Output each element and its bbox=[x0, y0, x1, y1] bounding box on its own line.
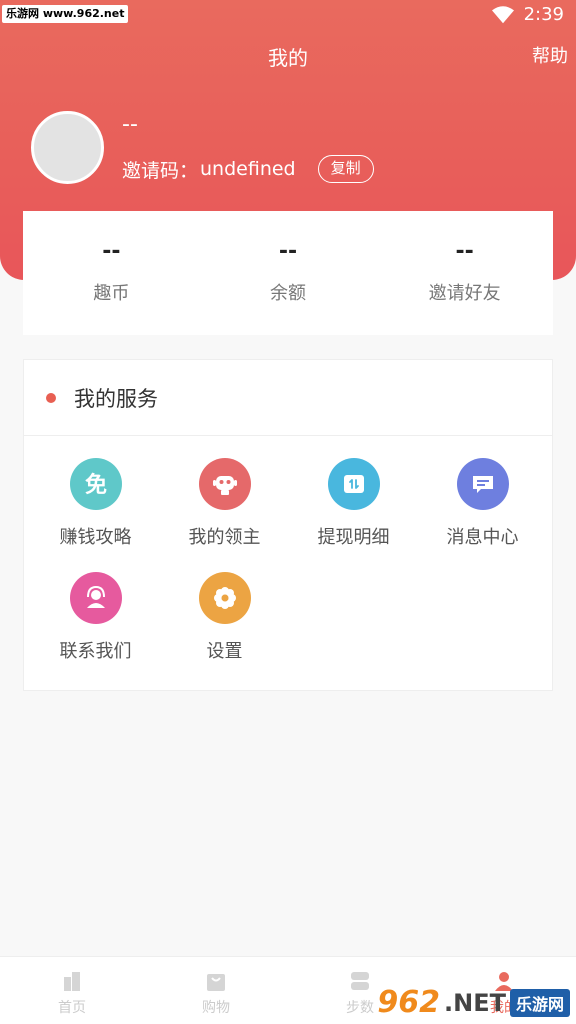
steps-icon bbox=[351, 972, 369, 990]
ticket-icon bbox=[327, 458, 380, 510]
status-icons: 2:39 bbox=[491, 4, 564, 25]
stat-value: -- bbox=[278, 239, 298, 264]
help-link[interactable]: 帮助 bbox=[532, 42, 568, 68]
robot-icon bbox=[198, 458, 251, 510]
service-earn-guide[interactable]: 免 赚钱攻略 bbox=[31, 458, 160, 572]
services-grid: 免 赚钱攻略 我的领主 提现明细 消息中心 联系我们 设置 bbox=[24, 436, 552, 686]
tab-label: 步数 bbox=[346, 1000, 374, 1016]
invite-code-value: undefined bbox=[200, 158, 296, 180]
stat-label: 邀请好友 bbox=[428, 283, 501, 304]
service-message-center[interactable]: 消息中心 bbox=[418, 458, 547, 572]
nickname: -- bbox=[122, 112, 138, 137]
tab-label: 首页 bbox=[58, 1000, 86, 1016]
service-label: 联系我们 bbox=[59, 641, 132, 662]
shopping-bag-icon bbox=[207, 974, 225, 991]
service-label: 提现明细 bbox=[317, 527, 390, 548]
watermark-site-name: 乐游网 bbox=[509, 988, 570, 1017]
headset-icon bbox=[69, 572, 122, 624]
stat-balance[interactable]: -- 余额 bbox=[200, 211, 377, 335]
service-label: 赚钱攻略 bbox=[59, 527, 132, 548]
status-time: 2:39 bbox=[523, 4, 564, 25]
service-label: 我的领主 bbox=[188, 527, 261, 548]
section-dot bbox=[46, 392, 56, 403]
stat-value: -- bbox=[102, 239, 121, 264]
stats-card: -- 趣币 -- 余额 -- 邀请好友 bbox=[23, 211, 553, 335]
free-icon: 免 bbox=[69, 458, 122, 510]
status-bar: 乐游网 www.962.net 2:39 bbox=[0, 0, 576, 30]
service-withdraw-detail[interactable]: 提现明细 bbox=[289, 458, 418, 572]
service-label: 消息中心 bbox=[446, 527, 519, 548]
copy-button[interactable]: 复制 bbox=[317, 155, 374, 183]
service-settings[interactable]: 设置 bbox=[160, 572, 289, 686]
invite-code-row: 邀请码： undefined 复制 bbox=[122, 155, 374, 183]
watermark-top: 乐游网 www.962.net bbox=[2, 5, 129, 23]
avatar[interactable] bbox=[31, 111, 104, 184]
stat-coins[interactable]: -- 趣币 bbox=[23, 211, 200, 335]
message-icon bbox=[456, 458, 509, 510]
service-label: 设置 bbox=[206, 641, 243, 662]
wifi-icon bbox=[491, 5, 514, 23]
home-icon bbox=[64, 972, 80, 991]
gear-icon bbox=[198, 572, 251, 624]
services-title: 我的服务 bbox=[74, 386, 158, 411]
stat-label: 余额 bbox=[270, 283, 306, 304]
watermark-bottom: 962 .NET 乐游网 bbox=[377, 985, 570, 1020]
service-contact-us[interactable]: 联系我们 bbox=[31, 572, 160, 686]
stat-invite-friends[interactable]: -- 邀请好友 bbox=[376, 211, 553, 335]
services-header: 我的服务 bbox=[24, 360, 552, 436]
service-my-lord[interactable]: 我的领主 bbox=[160, 458, 289, 572]
watermark-number: 962 bbox=[377, 985, 441, 1020]
services-card: 我的服务 免 赚钱攻略 我的领主 提现明细 消息中心 联系我们 设置 bbox=[23, 359, 553, 691]
stat-label: 趣币 bbox=[93, 283, 130, 304]
page-title: 我的 bbox=[268, 46, 308, 70]
tab-shopping[interactable]: 购物 bbox=[144, 957, 288, 1024]
watermark-net: .NET bbox=[444, 988, 506, 1017]
stat-value: -- bbox=[455, 239, 474, 264]
invite-code-label: 邀请码： bbox=[122, 159, 199, 182]
tab-home[interactable]: 首页 bbox=[0, 957, 144, 1024]
title-bar: 我的 帮助 bbox=[0, 38, 576, 74]
tab-label: 购物 bbox=[202, 1000, 230, 1016]
svg-text:免: 免 bbox=[84, 472, 106, 498]
